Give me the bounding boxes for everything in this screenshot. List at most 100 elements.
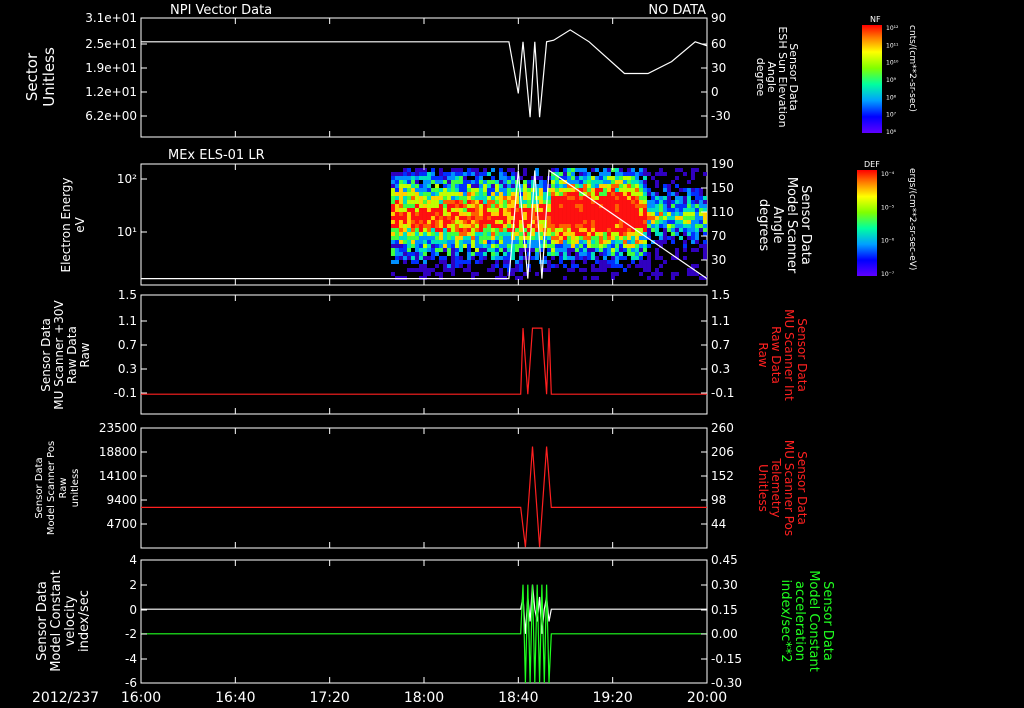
spectrogram-cell [478,204,483,208]
spectrogram-cell [390,240,395,244]
spectrogram-cell [670,192,675,196]
spectrogram-cell [482,180,487,184]
spectrogram-cell [510,188,515,192]
spectrogram-cell [462,212,467,216]
spectrogram-cell [682,196,687,200]
spectrogram-cell [574,204,579,208]
spectrogram-cell [594,180,599,184]
spectrogram-cell [494,236,499,240]
spectrogram-cell [622,232,627,236]
spectrogram-cell [394,188,399,192]
spectrogram-cell [654,180,659,184]
spectrogram-cell [402,256,407,260]
spectrogram-cell [622,268,627,272]
spectrogram-cell [582,248,587,252]
spectrogram-cell [690,232,695,236]
spectrogram-cell [426,192,431,196]
spectrogram-cell [610,264,615,268]
spectrogram-cell [606,220,611,224]
spectrogram-cell [626,184,631,188]
spectrogram-cell [622,192,627,196]
spectrogram-cell [622,204,627,208]
spectrogram-cell [466,228,471,232]
spectrogram-cell [442,208,447,212]
spectrogram-cell [494,204,499,208]
spectrogram-cell [610,176,615,180]
panel3-left-tick-label: -0.1 [114,386,137,400]
spectrogram-cell [574,248,579,252]
spectrogram-cell [402,208,407,212]
spectrogram-cell [566,236,571,240]
spectrogram-cell [402,176,407,180]
spectrogram-cell [590,212,595,216]
spectrogram-cell [418,212,423,216]
spectrogram-cell [594,232,599,236]
spectrogram-cell [586,236,591,240]
spectrogram-cell [438,168,443,172]
spectrogram-cell [426,176,431,180]
spectrogram-cell [446,176,451,180]
spectrogram-cell [430,236,435,240]
spectrogram-cell [410,220,415,224]
spectrogram-cell [642,172,647,176]
spectrogram-cell [518,232,523,236]
panel3-left-label-line3: Raw Data [65,326,79,384]
spectrogram-cell [514,244,519,248]
spectrogram-cell [574,212,579,216]
spectrogram-cell [426,232,431,236]
axis-ticks: 3.1e+012.5e+011.9e+011.2e+016.2e+0090603… [85,11,742,706]
x-tick-label: 19:20 [592,690,632,706]
spectrogram-cell [558,172,563,176]
spectrogram-cell [630,172,635,176]
spectrogram-cell [518,228,523,232]
spectrogram-cell [458,204,463,208]
spectrogram-cell [402,200,407,204]
spectrogram-cell [454,188,459,192]
spectrogram-cell [498,236,503,240]
spectrogram-cell [702,208,707,212]
spectrogram-cell [442,184,447,188]
spectrogram-cell [662,200,667,204]
spectrogram-cell [494,212,499,216]
spectrogram-cell [406,172,411,176]
spectrogram-cell [422,268,427,272]
spectrogram-cell [598,228,603,232]
spectrogram-cell [442,268,447,272]
spectrogram-cell [486,244,491,248]
spectrogram-cell [582,216,587,220]
spectrogram-cell [618,184,623,188]
spectrogram-cell [666,200,671,204]
spectrogram-cell [402,168,407,172]
spectrogram-cell [546,224,551,228]
spectrogram-cell [698,208,703,212]
spectrogram-cell [470,220,475,224]
spectrogram-cell [454,196,459,200]
spectrogram-cell [474,244,479,248]
spectrogram-cell [538,200,543,204]
spectrogram-cell [422,216,427,220]
panel3-left-label-line2: MU Scanner +30V [52,300,66,410]
spectrogram-cell [466,192,471,196]
spectrogram-cell [454,180,459,184]
spectrogram-cell [550,184,555,188]
scanner-int-line [141,327,707,395]
spectrogram-cell [558,256,563,260]
spectrogram-cell [598,260,603,264]
spectrogram-cell [430,204,435,208]
spectrogram-cell [414,256,419,260]
spectrogram-cell [590,208,595,212]
panel3-right-label-line4: Raw [756,342,770,367]
spectrogram-cell [690,176,695,180]
spectrogram-cell [430,212,435,216]
spectrogram-cell [666,192,671,196]
spectrogram-cell [506,240,511,244]
spectrogram-cell [610,216,615,220]
spectrogram-cell [410,200,415,204]
spectrogram-cell [490,264,495,268]
spectrogram-cell [474,196,479,200]
panel1-right-tick-label: 60 [711,37,726,51]
spectrogram-cell [418,204,423,208]
spectrogram-cell [642,244,647,248]
spectrogram-cell [458,176,463,180]
spectrogram-cell [570,196,575,200]
